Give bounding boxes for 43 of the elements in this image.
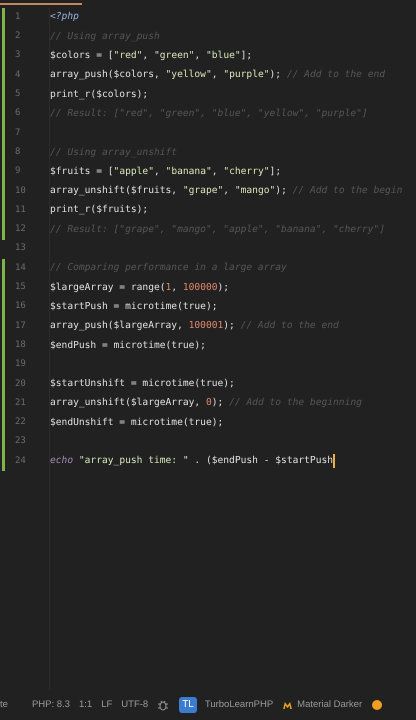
code-line: $endPush = microtime(true); [50, 338, 206, 352]
line-number: 24 [14, 454, 27, 468]
line-number: 4 [14, 68, 22, 82]
code-line: $endUnshift = microtime(true); [50, 416, 224, 430]
line-number: 8 [14, 146, 22, 159]
code-line: $fruits = ["apple", "banana", "cherry"]; [50, 164, 282, 179]
line-number: 21 [14, 396, 27, 410]
status-item[interactable]: te [0, 698, 8, 712]
line-number: 13 [14, 242, 27, 256]
code-line: echo "array_push time: " . ($endPush - $startPush [50, 454, 334, 468]
code-line: $startUnshift = microtime(true); [50, 377, 235, 392]
code-line: $colors = ["red", "green", "blue"]; [50, 49, 252, 64]
language-indicator[interactable]: PHP: 8.3 [32, 698, 70, 712]
theme-name[interactable]: Material Darker [297, 698, 362, 712]
project-name[interactable]: TurboLearnPHP [204, 698, 274, 712]
project-badge[interactable]: TL [179, 697, 197, 713]
line-number: 20 [14, 378, 27, 391]
line-number: 19 [14, 358, 27, 372]
line-number: 9 [14, 165, 22, 178]
line-number: 6 [14, 107, 22, 120]
code-line: print_r($fruits); [50, 203, 148, 218]
line-ending[interactable]: LF [101, 698, 112, 712]
line-number: 2 [14, 30, 22, 44]
code-line: <?php [50, 10, 79, 24]
line-number: 12 [14, 223, 27, 236]
line-number: 14 [14, 262, 27, 275]
line-number: 22 [14, 416, 27, 430]
line-number: 7 [14, 126, 22, 140]
code-line: $startPush = microtime(true); [50, 300, 218, 314]
line-number: 18 [14, 338, 27, 352]
code-line: print_r($colors); [50, 88, 148, 102]
line-number: 11 [14, 204, 27, 217]
line-number: 10 [14, 184, 27, 198]
line-number: 17 [14, 320, 27, 333]
file-encoding[interactable]: UTF-8 [121, 698, 148, 712]
line-number: 23 [14, 435, 27, 448]
line-number: 15 [14, 281, 27, 294]
line-number: 16 [14, 300, 27, 314]
line-number: 1 [14, 10, 22, 24]
line-number: 3 [14, 49, 22, 62]
code-line: $largeArray = range(1, 100000); [50, 280, 230, 295]
line-number: 5 [14, 88, 22, 102]
cursor-position[interactable]: 1:1 [78, 698, 92, 712]
